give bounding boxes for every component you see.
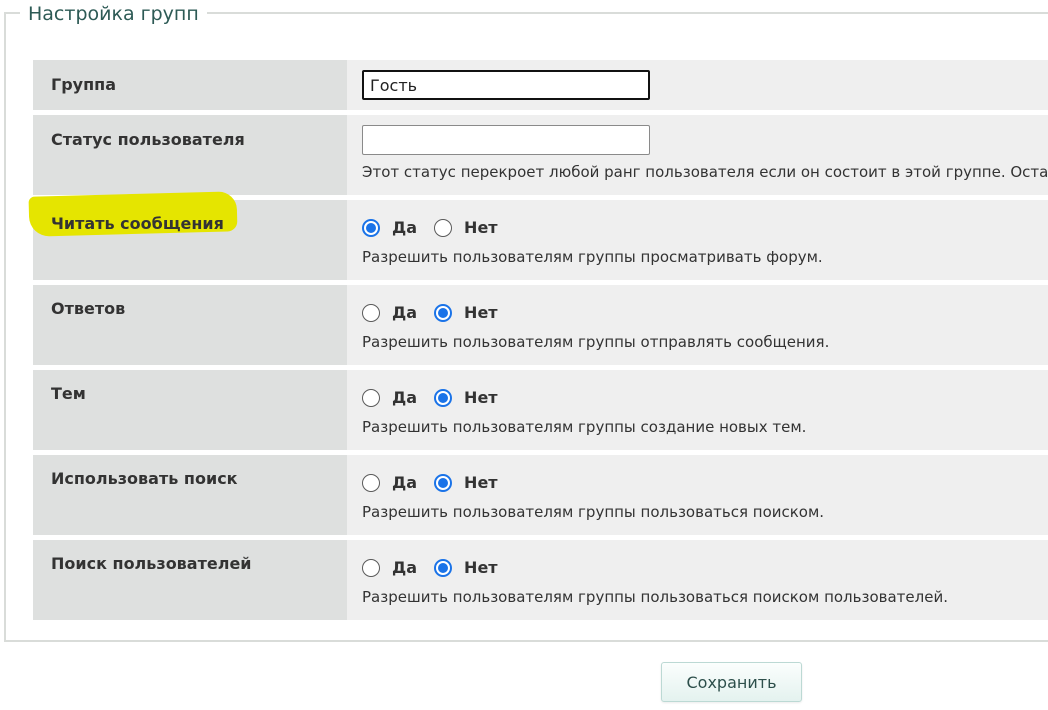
- read-no-radio[interactable]: [434, 218, 453, 237]
- status-description: Этот статус перекроет любой ранг пользов…: [362, 163, 1048, 181]
- user-search-no-radio[interactable]: [434, 558, 453, 577]
- user-search-yes-radio[interactable]: [362, 558, 380, 577]
- row-group: Группа: [33, 60, 1048, 115]
- replies-no-label[interactable]: Нет: [464, 303, 498, 322]
- row-label-group: Группа: [33, 60, 347, 110]
- row-label-user-search: Поиск пользователей: [33, 540, 347, 620]
- replies-yes-radio[interactable]: [362, 303, 380, 322]
- row-value-group: [347, 60, 1048, 110]
- read-radio-group: Да Нет: [362, 218, 515, 237]
- row-value-user-search: Да Нет Разрешить пользователям группы по…: [347, 540, 1048, 620]
- read-label-text: Читать сообщения: [51, 214, 224, 233]
- save-button[interactable]: Сохранить: [661, 662, 802, 702]
- row-label-read: Читать сообщения: [28, 191, 347, 280]
- row-value-status: Этот статус перекроет любой ранг пользов…: [347, 115, 1048, 195]
- fieldset-legend: Настройка групп: [20, 2, 207, 26]
- read-yes-label[interactable]: Да: [392, 218, 417, 237]
- row-search: Использовать поиск Да Нет Разрешить поль…: [33, 455, 1048, 540]
- user-search-radio-group: Да Нет: [362, 558, 515, 577]
- row-label-search: Использовать поиск: [33, 455, 347, 535]
- user-search-description: Разрешить пользователям группы пользоват…: [362, 588, 948, 606]
- read-description: Разрешить пользователям группы просматри…: [362, 248, 823, 266]
- user-search-yes-label[interactable]: Да: [392, 558, 417, 577]
- row-value-search: Да Нет Разрешить пользователям группы по…: [347, 455, 1048, 535]
- search-no-radio[interactable]: [434, 473, 453, 492]
- search-no-label[interactable]: Нет: [464, 473, 498, 492]
- row-value-topics: Да Нет Разрешить пользователям группы со…: [347, 370, 1048, 450]
- replies-yes-label[interactable]: Да: [392, 303, 417, 322]
- row-topics: Тем Да Нет Разрешить пользователям групп…: [33, 370, 1048, 455]
- topics-yes-radio[interactable]: [362, 388, 380, 407]
- row-label-topics: Тем: [33, 370, 347, 450]
- group-name-input[interactable]: [362, 70, 650, 100]
- topics-yes-label[interactable]: Да: [392, 388, 417, 407]
- row-label-status: Статус пользователя: [33, 115, 347, 195]
- search-yes-label[interactable]: Да: [392, 473, 417, 492]
- topics-description: Разрешить пользователям группы создание …: [362, 418, 807, 436]
- topics-no-radio[interactable]: [434, 388, 453, 407]
- row-value-replies: Да Нет Разрешить пользователям группы от…: [347, 285, 1048, 365]
- search-yes-radio[interactable]: [362, 473, 380, 492]
- row-read: Читать сообщения Да Нет Разрешить пользо…: [28, 191, 1048, 285]
- row-status: Статус пользователя Этот статус перекрое…: [33, 115, 1048, 200]
- row-replies: Ответов Да Нет Разрешить пользователям г…: [33, 285, 1048, 370]
- row-label-replies: Ответов: [33, 285, 347, 365]
- settings-table: Группа Статус пользователя Этот статус п…: [28, 60, 1048, 625]
- replies-radio-group: Да Нет: [362, 303, 515, 322]
- read-yes-radio[interactable]: [362, 218, 380, 237]
- replies-no-radio[interactable]: [434, 303, 453, 322]
- read-no-label[interactable]: Нет: [464, 218, 498, 237]
- user-search-no-label[interactable]: Нет: [464, 558, 498, 577]
- row-user-search: Поиск пользователей Да Нет Разрешить пол…: [33, 540, 1048, 625]
- search-radio-group: Да Нет: [362, 473, 515, 492]
- search-description: Разрешить пользователям группы пользоват…: [362, 503, 825, 521]
- topics-radio-group: Да Нет: [362, 388, 515, 407]
- replies-description: Разрешить пользователям группы отправлят…: [362, 333, 830, 351]
- topics-no-label[interactable]: Нет: [464, 388, 498, 407]
- user-status-input[interactable]: [362, 125, 650, 155]
- row-value-read: Да Нет Разрешить пользователям группы пр…: [347, 200, 1048, 280]
